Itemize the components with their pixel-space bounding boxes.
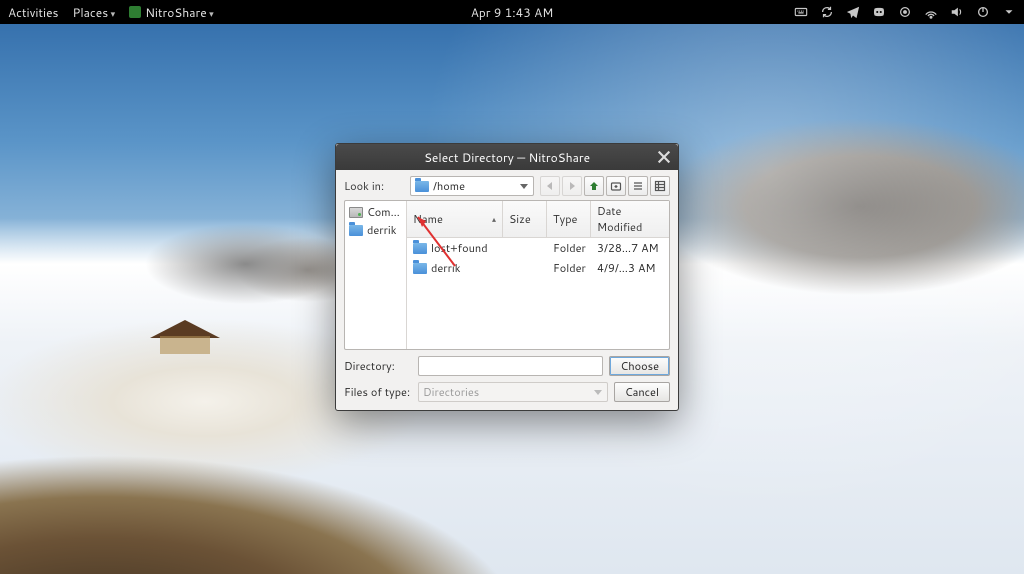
nav-forward-button[interactable] <box>562 176 582 196</box>
folder-icon <box>349 225 363 236</box>
file-type: Folder <box>547 239 591 257</box>
discord-icon[interactable] <box>872 5 886 19</box>
dialog-titlebar[interactable]: Select Directory — NitroShare <box>336 144 678 170</box>
computer-icon <box>349 207 363 218</box>
places-home[interactable]: derrik <box>347 221 404 239</box>
detail-view-button[interactable] <box>650 176 670 196</box>
telegram-icon[interactable] <box>846 5 860 19</box>
file-type: Folder <box>547 259 591 277</box>
list-view-button[interactable] <box>628 176 648 196</box>
nitroshare-icon <box>129 6 141 18</box>
tray-app-icon[interactable] <box>898 5 912 19</box>
column-type[interactable]: Type <box>547 201 591 237</box>
app-menu[interactable]: NitroShare <box>129 4 213 21</box>
file-name: lost+found <box>431 240 488 256</box>
look-in-label: Look in: <box>344 178 404 194</box>
system-menu-chevron-icon[interactable] <box>1002 5 1016 19</box>
volume-icon[interactable] <box>950 5 964 19</box>
folder-icon <box>413 243 427 254</box>
file-size <box>503 267 547 269</box>
select-directory-dialog: Select Directory — NitroShare Look in: /… <box>335 143 679 411</box>
file-browser: Com… derrik Name▴ Size Type Date Modifie… <box>344 200 670 350</box>
refresh-icon[interactable] <box>820 5 834 19</box>
file-row[interactable]: lost+found Folder 3/28…7 AM <box>407 238 669 258</box>
files-of-type-combo: Directories <box>418 382 608 402</box>
nav-back-button[interactable] <box>540 176 560 196</box>
look-in-combo[interactable]: /home <box>410 176 534 196</box>
file-date: 4/9/…3 AM <box>591 259 669 277</box>
file-date: 3/28…7 AM <box>591 239 669 257</box>
top-bar: Activities Places NitroShare Apr 9 1:43 … <box>0 0 1024 24</box>
clock[interactable]: Apr 9 1:43 AM <box>471 4 554 21</box>
places-computer[interactable]: Com… <box>347 203 404 221</box>
places-home-label: derrik <box>367 222 396 238</box>
sort-indicator-icon: ▴ <box>492 213 496 225</box>
app-menu-label: NitroShare <box>145 4 213 21</box>
file-name: derrik <box>431 260 460 276</box>
new-folder-button[interactable] <box>606 176 626 196</box>
file-row[interactable]: derrik Folder 4/9/…3 AM <box>407 258 669 278</box>
places-computer-label: Com… <box>367 204 400 220</box>
activities-menu[interactable]: Activities <box>8 4 59 21</box>
nav-up-button[interactable] <box>584 176 604 196</box>
folder-icon <box>415 181 429 192</box>
places-menu[interactable]: Places <box>73 4 116 21</box>
power-icon[interactable] <box>976 5 990 19</box>
column-date[interactable]: Date Modified <box>591 201 669 237</box>
dialog-title: Select Directory — NitroShare <box>424 149 590 166</box>
file-size <box>503 247 547 249</box>
network-icon[interactable] <box>924 5 938 19</box>
directory-label: Directory: <box>344 358 412 374</box>
directory-input[interactable] <box>418 356 603 376</box>
close-icon[interactable] <box>656 149 672 165</box>
cancel-button[interactable]: Cancel <box>614 382 670 402</box>
keyboard-layout-icon[interactable] <box>794 5 808 19</box>
column-headers: Name▴ Size Type Date Modified <box>407 201 669 238</box>
look-in-path: /home <box>433 178 465 194</box>
column-size[interactable]: Size <box>503 201 547 237</box>
choose-button[interactable]: Choose <box>609 356 670 376</box>
places-sidebar: Com… derrik <box>345 201 407 349</box>
column-name[interactable]: Name▴ <box>407 201 503 237</box>
files-of-type-label: Files of type: <box>344 384 412 400</box>
folder-icon <box>413 263 427 274</box>
wallpaper-chalet <box>150 320 220 356</box>
